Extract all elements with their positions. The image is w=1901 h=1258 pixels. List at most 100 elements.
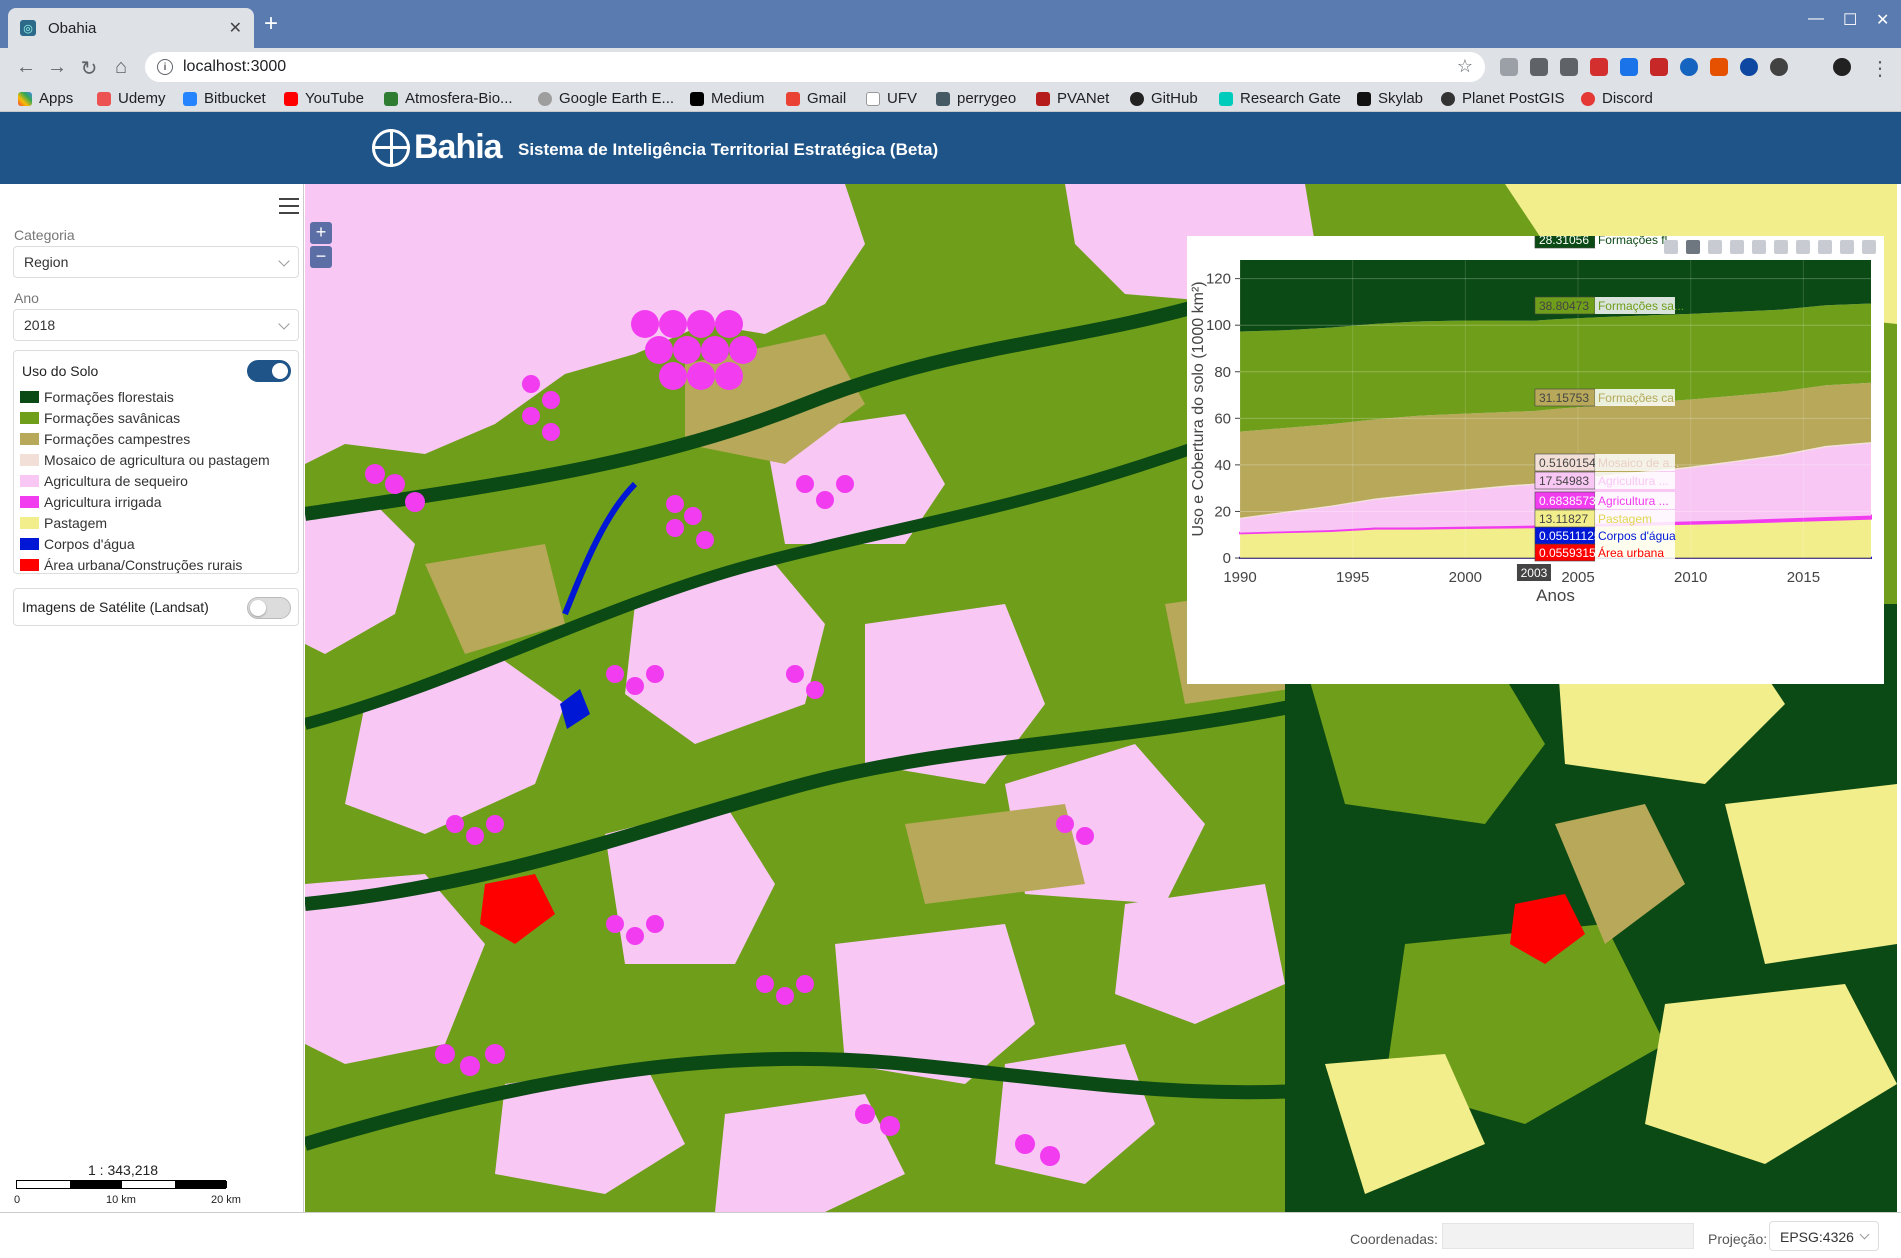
extension-icon[interactable]	[1770, 58, 1788, 76]
hover-closest-icon[interactable]	[1840, 240, 1854, 254]
bookmark-item[interactable]: Discord	[1581, 90, 1653, 107]
bookmark-item[interactable]: Research Gate	[1219, 90, 1341, 107]
stacked-area-chart[interactable]: 1990 1995 2000 2005 2010 2015 0 20 40 60 80 100 120 A…	[1187, 230, 1884, 684]
bookmark-item[interactable]: perrygeo	[936, 90, 1016, 107]
extension-icon[interactable]	[1500, 58, 1518, 76]
legend-label: Formações campestres	[44, 431, 191, 447]
hover-compare-icon[interactable]	[1862, 240, 1876, 254]
github-icon	[1130, 91, 1144, 106]
legend-item: Formações campestres	[20, 431, 190, 447]
forward-icon[interactable]: →	[45, 56, 69, 79]
extension-icon[interactable]	[1680, 58, 1698, 76]
bookmark-item[interactable]: GitHub	[1130, 90, 1198, 107]
extension-icon[interactable]	[1590, 58, 1608, 76]
reload-icon[interactable]: ↻	[77, 56, 101, 81]
address-bar[interactable]: i localhost:3000 ☆	[145, 52, 1485, 82]
autoscale-icon[interactable]	[1774, 240, 1788, 254]
x-tick-label: 2015	[1787, 569, 1820, 586]
chevron-down-icon	[1859, 1229, 1870, 1240]
hover-series-label: Pastagem	[1598, 512, 1652, 526]
hover-series-label: Agricultura ...	[1598, 474, 1669, 488]
chevron-down-icon	[278, 255, 290, 267]
back-icon[interactable]: ←	[14, 56, 38, 79]
zoom-icon[interactable]	[1686, 240, 1700, 254]
legend-swatch	[20, 433, 39, 445]
bookmark-item[interactable]: Google Earth E...	[538, 90, 674, 107]
maximize-icon[interactable]: ☐	[1843, 10, 1857, 30]
menu-icon[interactable]	[279, 198, 299, 214]
zoom-in-icon[interactable]	[1730, 240, 1744, 254]
bookmark-item[interactable]: Skylab	[1357, 90, 1423, 107]
minimize-icon[interactable]: —	[1808, 10, 1824, 28]
hover-x-label: 2003	[1521, 566, 1548, 580]
bookmark-star-icon[interactable]: ☆	[1457, 56, 1473, 77]
legend-label: Formações florestais	[44, 389, 174, 405]
categoria-select[interactable]: Region	[13, 246, 299, 278]
new-tab-button[interactable]: +	[264, 12, 278, 36]
legend-label: Agricultura irrigada	[44, 494, 162, 510]
extension-icon[interactable]	[1560, 58, 1578, 76]
x-axis-title: Anos	[1536, 586, 1575, 605]
legend-item: Formações florestais	[20, 389, 174, 405]
extension-icon[interactable]	[1530, 58, 1548, 76]
pan-icon[interactable]	[1708, 240, 1722, 254]
legend-item: Mosaico de agricultura ou pastagem	[20, 452, 270, 468]
reset-axes-icon[interactable]	[1796, 240, 1810, 254]
bookmark-item[interactable]: Udemy	[97, 90, 166, 107]
extension-icon[interactable]	[1620, 58, 1638, 76]
y-tick-label: 120	[1206, 271, 1231, 288]
satellite-toggle[interactable]	[247, 597, 291, 619]
hover-series-label: Mosaico de a...	[1598, 456, 1679, 470]
ano-label: Ano	[14, 290, 39, 306]
tab-title: Obahia	[48, 19, 97, 37]
x-tick-label: 2000	[1449, 569, 1482, 586]
land-use-chart-panel: 1990 1995 2000 2005 2010 2015 0 20 40 60 80 100 120 A…	[1187, 230, 1884, 684]
browser-tab[interactable]: ◎ Obahia ✕	[8, 8, 254, 48]
scale-ratio: 1 : 343,218	[88, 1162, 159, 1178]
bookmark-item[interactable]: Gmail	[786, 90, 846, 107]
site-info-icon[interactable]: i	[157, 59, 173, 75]
close-window-icon[interactable]: ✕	[1876, 10, 1889, 30]
app-logo[interactable]: Bahia	[372, 128, 503, 167]
apps-grid-icon	[18, 91, 32, 106]
tab-close-icon[interactable]: ✕	[229, 18, 242, 38]
bookmark-item[interactable]: Medium	[690, 90, 764, 107]
profile-avatar-icon[interactable]	[1833, 58, 1851, 76]
ano-select[interactable]: 2018	[13, 309, 299, 341]
y-axis-title: Uso e Cobertura do solo (1000 km²)	[1190, 281, 1207, 536]
extension-icon[interactable]	[1710, 58, 1728, 76]
zoom-out-icon[interactable]	[1752, 240, 1766, 254]
chart-modebar	[1664, 240, 1876, 254]
zoom-out-button[interactable]: −	[310, 246, 332, 268]
pvanet-icon	[1036, 91, 1050, 106]
spike-lines-icon[interactable]	[1818, 240, 1832, 254]
zoom-in-button[interactable]: +	[310, 222, 332, 244]
udemy-icon	[97, 91, 111, 106]
bookmark-item[interactable]: Apps	[18, 90, 73, 107]
bookmark-item[interactable]: Planet PostGIS	[1441, 90, 1565, 107]
researchgate-icon	[1219, 91, 1233, 106]
x-tick-label: 2010	[1674, 569, 1707, 586]
hover-value-text: 0.05511125	[1539, 529, 1601, 543]
globe-icon	[1441, 91, 1455, 106]
browser-menu-icon[interactable]: ⋮	[1868, 56, 1892, 81]
legend-item: Área urbana/Construções rurais	[20, 557, 242, 573]
uso-do-solo-toggle[interactable]	[247, 360, 291, 382]
discord-icon	[1581, 91, 1595, 106]
legend-swatch	[20, 538, 39, 550]
home-icon[interactable]: ⌂	[109, 56, 133, 79]
legend-label: Área urbana/Construções rurais	[44, 557, 243, 573]
bookmark-item[interactable]: YouTube	[284, 90, 364, 107]
hover-value-text: 17.54983	[1539, 474, 1589, 488]
projection-select[interactable]: EPSG:4326	[1769, 1221, 1879, 1251]
bookmark-item[interactable]: Bitbucket	[183, 90, 266, 107]
x-tick-label: 1990	[1223, 569, 1256, 586]
bookmark-item[interactable]: PVANet	[1036, 90, 1109, 107]
camera-icon[interactable]	[1664, 240, 1678, 254]
bookmark-item[interactable]: Atmosfera-Bio...	[384, 90, 513, 107]
hover-series-label: Corpos d'água	[1598, 529, 1676, 543]
bookmark-item[interactable]: UFV	[866, 90, 917, 107]
extension-icon[interactable]	[1650, 58, 1668, 76]
legend-label: Pastagem	[44, 515, 108, 531]
extension-icon[interactable]	[1740, 58, 1758, 76]
